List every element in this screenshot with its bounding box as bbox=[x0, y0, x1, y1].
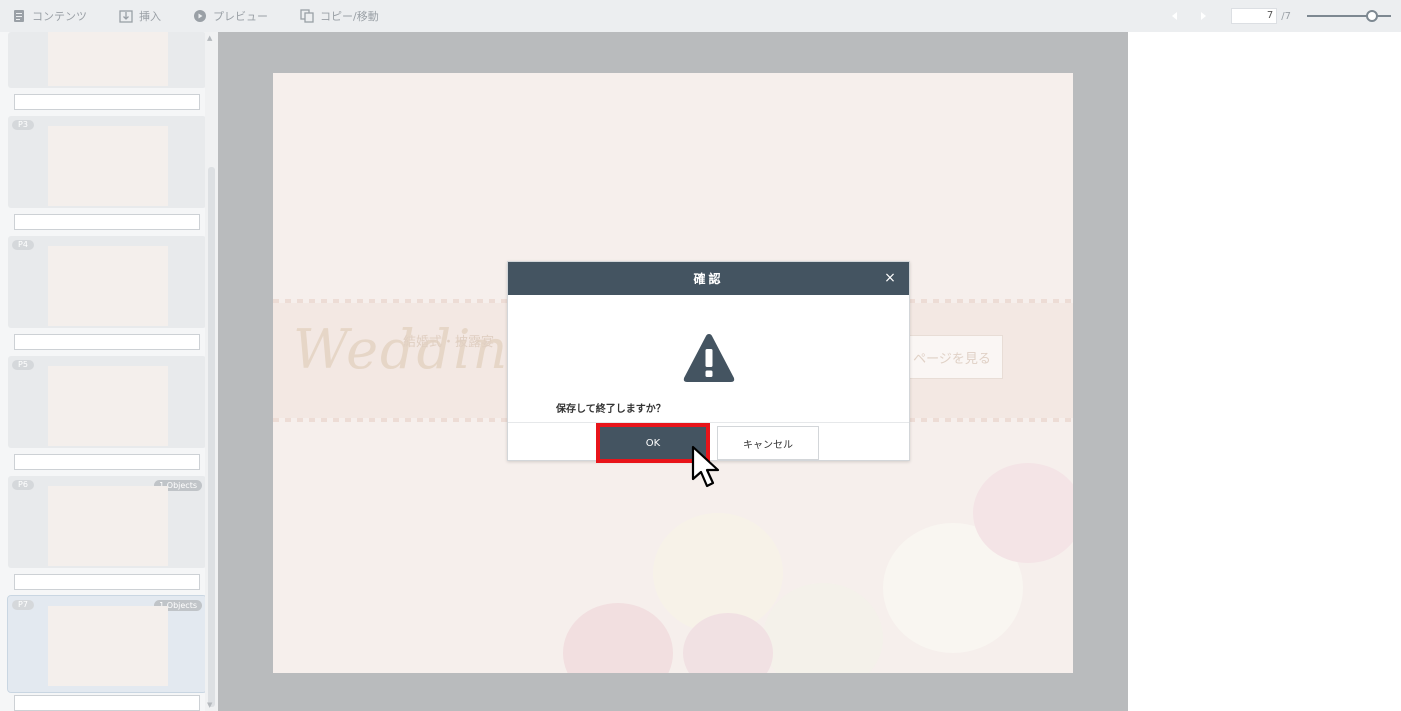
page-title-field[interactable] bbox=[14, 94, 200, 110]
confirm-dialog: 確認 × 保存して終了しますか？ OK キャンセル bbox=[507, 261, 910, 463]
mouse-cursor-icon bbox=[691, 445, 720, 488]
play-circle-icon bbox=[194, 10, 206, 22]
copy-move-label: コピー/移動 bbox=[320, 10, 379, 23]
prev-page-button[interactable] bbox=[1165, 6, 1185, 26]
page-label: P4 bbox=[12, 240, 34, 250]
contents-label: コンテンツ bbox=[32, 10, 87, 23]
document-icon bbox=[14, 10, 24, 22]
page-title-field[interactable] bbox=[14, 334, 200, 350]
cancel-button[interactable]: キャンセル bbox=[717, 426, 819, 460]
dialog-header: 確認 bbox=[508, 262, 909, 295]
insert-icon bbox=[119, 10, 133, 23]
properties-panel bbox=[1128, 32, 1401, 711]
warning-icon bbox=[683, 334, 735, 382]
japanese-subtitle: 結婚式・披露宴 bbox=[403, 335, 495, 350]
thumbnail-card[interactable]: P3 bbox=[8, 116, 206, 208]
insert-label: 挿入 bbox=[139, 10, 161, 23]
thumbnail-image bbox=[48, 366, 168, 446]
contents-menu[interactable]: コンテンツ bbox=[12, 0, 87, 32]
thumbnail-image bbox=[48, 126, 168, 206]
scroll-up-icon[interactable]: ▲ bbox=[207, 34, 212, 42]
page-title-field[interactable] bbox=[14, 214, 200, 230]
view-page-button[interactable]: ページを見る bbox=[901, 335, 1003, 379]
copy-move-menu[interactable]: コピー/移動 bbox=[300, 0, 379, 32]
page-thumbnail-sidebar: P3 P4 P5 P6 1 Objects P7 1 Objects ▲ ▼ bbox=[0, 32, 218, 711]
dialog-message: 保存して終了しますか？ bbox=[556, 404, 666, 415]
page-title-field[interactable] bbox=[14, 695, 200, 711]
top-toolbar: コンテンツ 挿入 プレビュー コピー/移動 7 /7 bbox=[0, 0, 1401, 32]
page-number-input[interactable]: 7 bbox=[1231, 8, 1278, 24]
thumbnail-image bbox=[48, 246, 168, 326]
zoom-slider[interactable] bbox=[1307, 10, 1391, 22]
close-icon[interactable]: × bbox=[883, 271, 897, 285]
thumbnail-card-selected[interactable]: P7 1 Objects bbox=[7, 595, 207, 693]
triangle-left-icon bbox=[1172, 12, 1178, 20]
thumbnail-card[interactable]: P4 bbox=[8, 236, 206, 328]
triangle-right-icon bbox=[1201, 12, 1207, 20]
insert-menu[interactable]: 挿入 bbox=[119, 0, 161, 32]
zoom-track bbox=[1307, 15, 1391, 17]
thumbnail-image bbox=[48, 32, 168, 86]
copy-icon bbox=[300, 9, 314, 23]
page-navigation: 7 /7 bbox=[1157, 0, 1391, 32]
thumbnail-card[interactable]: P5 bbox=[8, 356, 206, 448]
thumbnail-image bbox=[48, 606, 168, 686]
scrollbar-thumb[interactable] bbox=[208, 167, 215, 707]
scroll-down-icon[interactable]: ▼ bbox=[207, 701, 212, 709]
page-label: P3 bbox=[12, 120, 34, 130]
thumbnail-card[interactable]: P6 1 Objects bbox=[8, 476, 206, 568]
next-page-button[interactable] bbox=[1193, 6, 1213, 26]
page-label: P5 bbox=[12, 360, 34, 370]
page-label: P6 bbox=[12, 480, 34, 490]
dialog-title: 確認 bbox=[693, 272, 724, 286]
zoom-thumb[interactable] bbox=[1366, 10, 1379, 22]
rose-decoration bbox=[503, 453, 1073, 673]
page-total: /7 bbox=[1281, 10, 1291, 22]
thumbnail-card[interactable] bbox=[8, 32, 206, 88]
page-label: P7 bbox=[12, 600, 34, 610]
thumbnail-image bbox=[48, 486, 168, 566]
preview-label: プレビュー bbox=[213, 10, 268, 23]
page-title-field[interactable] bbox=[14, 574, 200, 590]
sidebar-scrollbar[interactable]: ▲ ▼ bbox=[205, 32, 218, 711]
preview-menu[interactable]: プレビュー bbox=[193, 0, 268, 32]
page-title-field[interactable] bbox=[14, 454, 200, 470]
